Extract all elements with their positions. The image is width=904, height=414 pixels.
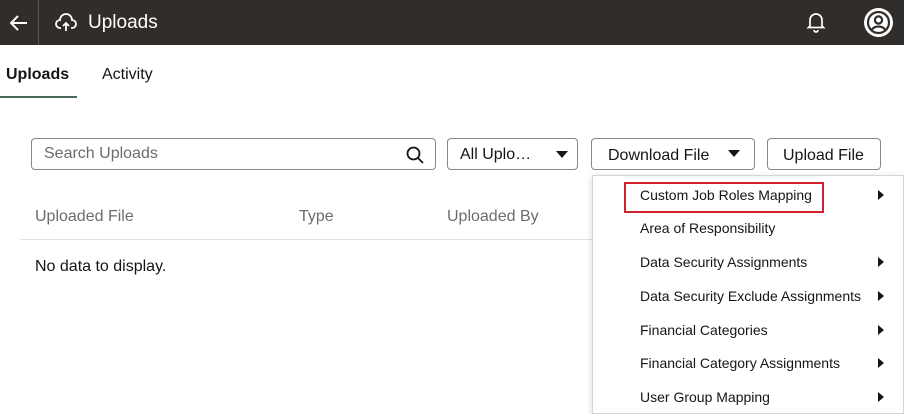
upload-file-label: Upload File: [783, 147, 864, 164]
submenu-arrow-icon: [878, 325, 884, 335]
submenu-arrow-icon: [878, 190, 884, 200]
menu-item-financial-categories[interactable]: Financial Categories: [593, 313, 903, 346]
column-header-type[interactable]: Type: [299, 207, 334, 227]
search-icon[interactable]: [405, 145, 425, 165]
menu-item-data-security-exclude-assignments[interactable]: Data Security Exclude Assignments: [593, 279, 903, 312]
empty-table-message: No data to display.: [35, 258, 167, 275]
submenu-arrow-icon: [878, 257, 884, 267]
submenu-arrow-icon: [878, 358, 884, 368]
download-file-button[interactable]: Download File: [591, 138, 755, 170]
download-file-menu: Custom Job Roles Mapping Area of Respons…: [592, 175, 904, 414]
upload-filter-select[interactable]: All Uplo…: [447, 138, 578, 170]
menu-item-label: Data Security Exclude Assignments: [640, 288, 861, 304]
cloud-upload-icon: [55, 13, 77, 31]
caret-down-icon: [556, 151, 568, 158]
search-field: [31, 138, 436, 170]
back-button[interactable]: [0, 0, 39, 45]
menu-item-financial-category-assignments[interactable]: Financial Category Assignments: [593, 346, 903, 379]
menu-item-label: Financial Categories: [640, 322, 768, 338]
table-divider: [20, 239, 594, 240]
user-avatar-icon: [866, 10, 891, 35]
column-header-uploaded-file[interactable]: Uploaded File: [35, 207, 134, 227]
menu-item-custom-job-roles-mapping[interactable]: Custom Job Roles Mapping: [593, 178, 903, 213]
upload-file-button[interactable]: Upload File: [767, 138, 881, 170]
menu-item-label: Area of Responsibility: [640, 220, 776, 236]
column-header-uploaded-by[interactable]: Uploaded By: [447, 207, 539, 227]
menu-item-user-group-mapping[interactable]: User Group Mapping: [593, 380, 903, 413]
upload-filter-value: All Uplo…: [460, 146, 532, 163]
submenu-arrow-icon: [878, 392, 884, 402]
menu-item-label: User Group Mapping: [640, 389, 770, 405]
menu-item-label: Data Security Assignments: [640, 254, 808, 270]
submenu-arrow-icon: [878, 291, 884, 301]
menu-item-label: Financial Category Assignments: [640, 355, 840, 371]
active-tab-indicator: [0, 96, 77, 98]
download-file-label: Download File: [608, 147, 710, 164]
tab-uploads[interactable]: Uploads: [6, 65, 69, 85]
highlight-box: [624, 182, 824, 213]
page-title: Uploads: [88, 12, 158, 33]
arrow-left-icon: [10, 14, 27, 31]
tab-activity[interactable]: Activity: [102, 65, 153, 85]
menu-item-data-security-assignments[interactable]: Data Security Assignments: [593, 245, 903, 278]
caret-down-icon: [728, 150, 740, 157]
search-input[interactable]: [44, 139, 394, 169]
user-avatar-button[interactable]: [864, 8, 893, 37]
menu-item-area-of-responsibility[interactable]: Area of Responsibility: [593, 211, 903, 244]
bell-icon[interactable]: [806, 11, 826, 33]
app-header: Uploads: [0, 0, 904, 45]
